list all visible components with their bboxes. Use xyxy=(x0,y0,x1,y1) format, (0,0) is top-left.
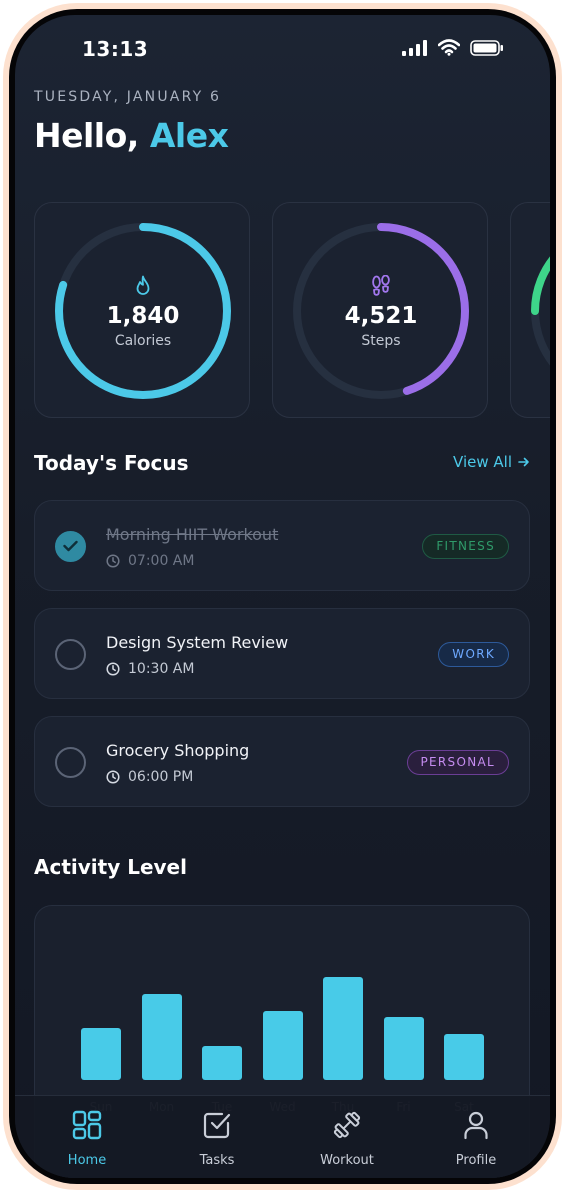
wifi-icon xyxy=(438,39,460,56)
task-time: 07:00 AM xyxy=(106,553,194,569)
date-label: TUESDAY, JANUARY 6 xyxy=(34,89,222,105)
focus-title: Today's Focus xyxy=(34,451,189,475)
third-stat-ring xyxy=(531,256,550,366)
task-time: 06:00 PM xyxy=(106,769,193,785)
task-time-label: 06:00 PM xyxy=(128,769,194,785)
task-time: 10:30 AM xyxy=(106,661,194,677)
task-item-grocery[interactable]: Grocery Shopping 06:00 PM PERSONAL xyxy=(34,716,530,807)
tab-profile[interactable]: Profile xyxy=(431,1110,521,1168)
clock-icon xyxy=(106,554,120,568)
signal-icon xyxy=(402,39,427,56)
activity-title: Activity Level xyxy=(34,855,187,879)
app-screen: 13:13 TUESDAY, JANUARY 6 Hello, Alex 1,8… xyxy=(15,15,550,1178)
checkmark-icon xyxy=(63,540,78,552)
activity-bar-wed xyxy=(262,1011,303,1080)
user-icon xyxy=(431,1110,521,1142)
greeting: Hello, Alex xyxy=(34,116,229,155)
tab-workout[interactable]: Workout xyxy=(302,1110,392,1168)
arrow-right-icon xyxy=(518,457,529,467)
flame-icon xyxy=(35,275,251,301)
task-title: Design System Review xyxy=(106,633,289,652)
grid-icon xyxy=(42,1110,132,1142)
view-all-link[interactable]: View All xyxy=(453,453,530,471)
task-checkbox[interactable] xyxy=(55,747,86,778)
tab-tasks[interactable]: Tasks xyxy=(172,1110,262,1168)
dumbbell-icon xyxy=(302,1110,392,1142)
battery-icon xyxy=(470,39,503,56)
clock-icon xyxy=(106,770,120,784)
tab-workout-label: Workout xyxy=(320,1153,374,1168)
view-all-label: View All xyxy=(453,453,512,471)
task-title: Morning HIIT Workout xyxy=(106,525,279,544)
steps-card[interactable]: 4,521 Steps xyxy=(272,202,488,418)
task-item-design-review[interactable]: Design System Review 10:30 AM WORK xyxy=(34,608,530,699)
task-item-hiit[interactable]: Morning HIIT Workout 07:00 AM FITNESS xyxy=(34,500,530,591)
activity-bar-sat xyxy=(444,1034,484,1080)
tab-tasks-label: Tasks xyxy=(199,1153,235,1168)
task-checkbox[interactable] xyxy=(55,639,86,670)
steps-label: Steps xyxy=(361,333,401,349)
calories-label: Calories xyxy=(114,333,172,349)
footprints-icon xyxy=(273,274,489,301)
task-time-label: 07:00 AM xyxy=(128,553,195,569)
status-icons xyxy=(402,39,504,56)
calories-card[interactable]: 1,840 Calories xyxy=(34,202,250,418)
activity-bar-fri xyxy=(383,1017,424,1080)
activity-bar-sun xyxy=(81,1028,121,1080)
task-tag-personal: PERSONAL xyxy=(406,750,509,775)
clock-icon xyxy=(106,662,120,676)
user-name: Alex xyxy=(149,116,229,155)
tab-home[interactable]: Home xyxy=(42,1110,132,1168)
task-checkbox[interactable] xyxy=(55,531,86,562)
steps-value: 4,521 xyxy=(344,303,418,329)
activity-bar-mon xyxy=(141,994,182,1080)
calories-value: 1,840 xyxy=(106,303,180,329)
task-title: Grocery Shopping xyxy=(106,741,250,760)
greeting-text: Hello, xyxy=(34,116,139,155)
checkbox-icon xyxy=(172,1110,262,1142)
bottom-tab-bar: Home Tasks Workout Profile xyxy=(15,1095,550,1178)
activity-bar-thu xyxy=(323,976,363,1080)
status-time: 13:13 xyxy=(82,37,149,61)
tab-profile-label: Profile xyxy=(455,1153,497,1168)
task-tag-fitness: FITNESS xyxy=(422,534,509,559)
third-stat-card[interactable] xyxy=(510,202,550,418)
task-tag-work: WORK xyxy=(438,642,509,667)
stats-carousel[interactable]: 1,840 Calories 4,521 Steps xyxy=(34,202,550,418)
task-time-label: 10:30 AM xyxy=(128,661,195,677)
activity-bar-tue xyxy=(202,1045,242,1080)
tab-home-label: Home xyxy=(67,1153,107,1168)
